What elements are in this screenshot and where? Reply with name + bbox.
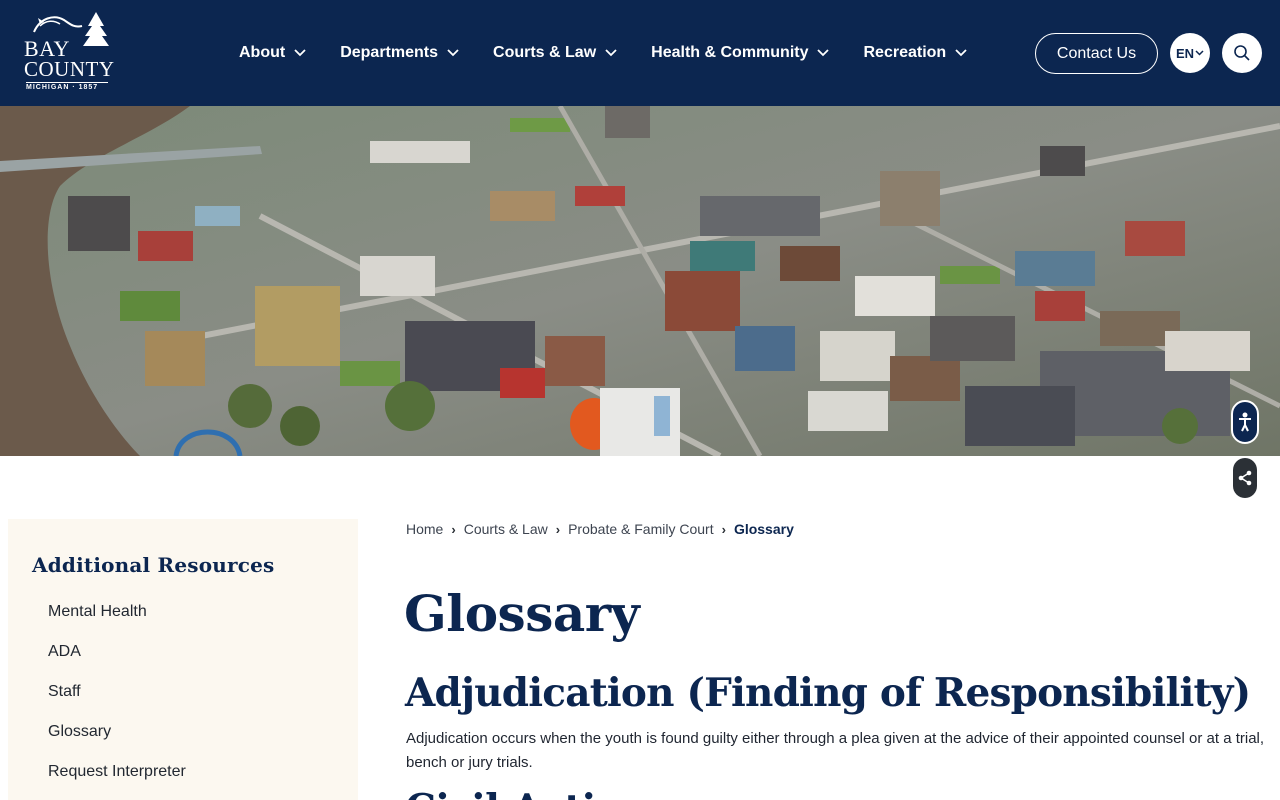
breadcrumb-home[interactable]: Home: [406, 521, 443, 537]
sidebar-item-glossary[interactable]: Glossary: [48, 722, 186, 762]
nav-courts-law-label: Courts & Law: [493, 44, 597, 61]
chevron-down-icon: [817, 49, 830, 57]
site-header: BAY COUNTY MICHIGAN · 1857 About Departm…: [0, 0, 1280, 106]
chevron-down-icon: [1195, 50, 1204, 56]
breadcrumb: Home › Courts & Law › Probate & Family C…: [406, 521, 794, 537]
breadcrumb-probate-family-court[interactable]: Probate & Family Court: [568, 521, 714, 537]
nav-courts-law[interactable]: Courts & Law: [493, 44, 617, 62]
chevron-down-icon: [447, 49, 459, 57]
nav-health-community-label: Health & Community: [651, 44, 809, 61]
main-nav: About Departments Courts & Law Health & …: [239, 0, 1001, 106]
breadcrumb-courts-law[interactable]: Courts & Law: [464, 521, 548, 537]
sidebar-item-request-interpreter[interactable]: Request Interpreter: [48, 762, 186, 800]
sidebar-list: Mental Health ADA Staff Glossary Request…: [48, 602, 186, 800]
breadcrumb-separator-icon: ›: [721, 521, 726, 537]
share-button[interactable]: [1233, 458, 1257, 498]
aerial-city-photo: [0, 106, 1280, 456]
search-icon: [1234, 45, 1250, 61]
bay-county-logo[interactable]: BAY COUNTY MICHIGAN · 1857: [24, 8, 114, 94]
breadcrumb-separator-icon: ›: [555, 521, 561, 537]
nav-recreation-label: Recreation: [863, 44, 947, 61]
nav-departments-label: Departments: [340, 44, 439, 61]
breadcrumb-separator-icon: ›: [451, 521, 456, 537]
search-button[interactable]: [1222, 33, 1262, 73]
chevron-down-icon: [294, 49, 306, 57]
accessibility-button[interactable]: [1231, 400, 1259, 444]
nav-about-label: About: [239, 44, 286, 61]
logo-subtitle: MICHIGAN · 1857: [26, 82, 108, 91]
sidebar-item-mental-health[interactable]: Mental Health: [48, 602, 186, 642]
contact-us-button[interactable]: Contact Us: [1035, 33, 1158, 74]
nav-departments[interactable]: Departments: [340, 44, 459, 62]
page-title: Glossary: [404, 584, 640, 643]
additional-resources-sidebar: Additional Resources Mental Health ADA S…: [8, 519, 358, 800]
share-icon: [1238, 470, 1252, 486]
sidebar-item-staff[interactable]: Staff: [48, 682, 186, 722]
glossary-term-heading: Adjudication (Finding of Responsibility): [405, 670, 1251, 716]
glossary-term-heading: Civil Action: [405, 782, 649, 800]
nav-health-community[interactable]: Health & Community: [651, 44, 830, 62]
chevron-down-icon: [605, 49, 617, 57]
sidebar-title: Additional Resources: [32, 553, 275, 577]
logo-word-county: COUNTY: [24, 57, 115, 81]
glossary-term-definition: Adjudication occurs when the youth is fo…: [406, 730, 1265, 771]
hero-aerial-city-image: [0, 106, 1280, 456]
breadcrumb-current: Glossary: [733, 521, 794, 537]
language-code: EN: [1175, 45, 1195, 61]
nav-recreation[interactable]: Recreation: [863, 44, 967, 62]
nav-about[interactable]: About: [239, 44, 306, 62]
chevron-down-icon: [955, 49, 967, 57]
language-selector[interactable]: EN: [1170, 33, 1210, 73]
sidebar-item-ada[interactable]: ADA: [48, 642, 186, 682]
accessibility-icon: [1239, 412, 1251, 432]
